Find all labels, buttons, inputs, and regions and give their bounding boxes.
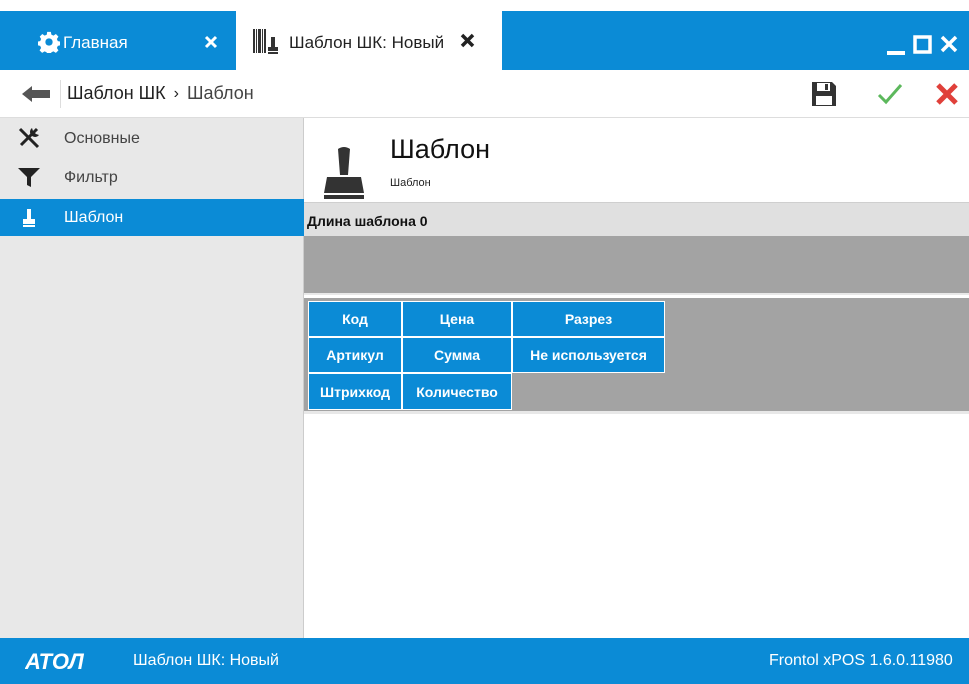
field-button-price[interactable]: Цена (402, 301, 512, 337)
tab-barcode-template[interactable]: Шаблон ШК: Новый (236, 11, 502, 70)
sidebar-item-main[interactable]: Основные (0, 120, 304, 157)
tab-home-label: Главная (63, 33, 128, 52)
navigation-bar: Шаблон ШК › Шаблон (0, 70, 969, 118)
window-close-icon[interactable] (939, 34, 959, 54)
breadcrumb-current: Шаблон (186, 83, 254, 103)
tab-barcode-close-icon[interactable] (460, 33, 475, 48)
field-button-section[interactable]: Разрез (512, 301, 665, 337)
barcode-stamp-icon (253, 29, 278, 54)
sidebar-item-template[interactable]: Шаблон (0, 199, 304, 236)
filter-icon (18, 168, 40, 187)
breadcrumb-root[interactable]: Шаблон ШК (67, 83, 166, 104)
title-bar: Главная Шаблон ШК: Новый (0, 0, 969, 70)
page-subtitle: Шаблон (390, 177, 431, 189)
back-arrow-icon[interactable] (18, 82, 54, 106)
template-length-bar: Длина шаблона 0 (304, 202, 969, 236)
template-drop-area[interactable] (304, 236, 969, 295)
sidebar: Основные Фильтр Шаблон (0, 118, 304, 638)
sidebar-item-label: Основные (64, 129, 140, 147)
sidebar-item-filter[interactable]: Фильтр (0, 159, 304, 196)
status-version: Frontol xPOS 1.6.0.11980 (769, 652, 953, 669)
save-icon[interactable] (810, 80, 838, 108)
sidebar-item-label: Шаблон (64, 208, 124, 226)
title-bar-strip (0, 0, 969, 11)
tools-icon (18, 127, 40, 149)
stamp-icon (324, 147, 364, 199)
status-document-name: Шаблон ШК: Новый (133, 652, 279, 669)
field-button-unused[interactable]: Не используется (512, 337, 665, 373)
page-title: Шаблон (390, 134, 490, 164)
status-bar: АТОЛ Шаблон ШК: Новый Frontol xPOS 1.6.0… (0, 638, 969, 684)
field-button-barcode[interactable]: Штрихкод (308, 373, 402, 410)
tab-barcode-label: Шаблон ШК: Новый (289, 33, 445, 52)
field-palette: Код Цена Разрез Артикул Сумма Не использ… (304, 298, 969, 414)
tab-home[interactable]: Главная (17, 11, 236, 70)
tab-home-close-icon[interactable] (204, 35, 218, 49)
field-button-sum[interactable]: Сумма (402, 337, 512, 373)
template-length-label: Длина шаблона 0 (307, 213, 428, 229)
svg-text:АТОЛ: АТОЛ (25, 650, 85, 672)
stamp-icon (23, 209, 35, 227)
breadcrumb-separator: › (173, 84, 179, 102)
maximize-icon[interactable] (913, 34, 933, 54)
sidebar-item-label: Фильтр (64, 168, 118, 186)
main-content: Шаблон Шаблон Длина шаблона 0 Код Цена Р… (304, 118, 969, 638)
nav-divider (60, 80, 61, 108)
atol-logo: АТОЛ (25, 650, 85, 672)
breadcrumb: Шаблон ШК › Шаблон (67, 83, 254, 104)
checkmark-icon[interactable] (876, 80, 904, 108)
gear-icon (38, 31, 60, 53)
field-button-article[interactable]: Артикул (308, 337, 402, 373)
minimize-icon[interactable] (887, 36, 905, 56)
cancel-icon[interactable] (933, 80, 961, 108)
field-button-code[interactable]: Код (308, 301, 402, 337)
field-button-quantity[interactable]: Количество (402, 373, 512, 410)
